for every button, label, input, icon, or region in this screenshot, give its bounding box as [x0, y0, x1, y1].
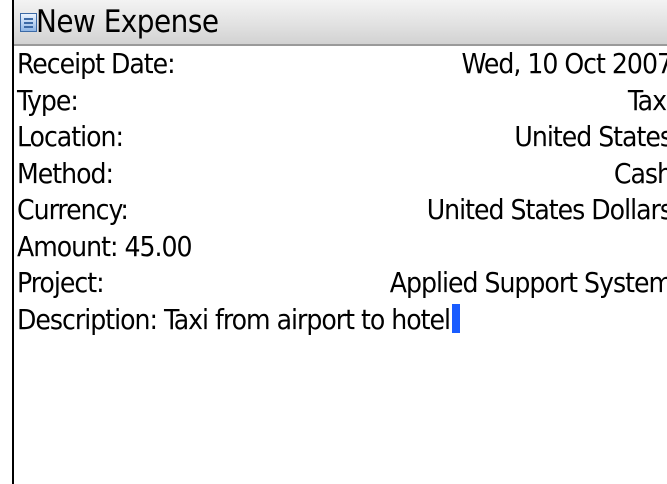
receipt-date-label: Receipt Date: — [17, 47, 176, 80]
amount-line: Amount: 45.00 — [17, 229, 193, 265]
amount-label: Amount: — [17, 229, 118, 263]
currency-value[interactable]: United States Dollars — [427, 192, 667, 228]
receipt-date-value[interactable]: Wed, 10 Oct 2007 — [462, 46, 667, 82]
type-field[interactable]: Type: Taxi — [14, 83, 667, 120]
project-value[interactable]: Applied Support System — [390, 265, 667, 301]
method-label: Method: — [17, 156, 114, 190]
location-field[interactable]: Location: United States — [14, 119, 667, 156]
description-field[interactable]: Description: Taxi from airport to hotel — [14, 302, 667, 339]
description-label: Description: — [17, 302, 158, 336]
description-line: Description: Taxi from airport to hotel — [17, 302, 461, 338]
currency-label: Currency: — [17, 193, 129, 226]
description-input[interactable]: Taxi from airport to hotel — [164, 303, 451, 336]
window-title: New Expense — [36, 4, 219, 40]
location-value[interactable]: United States — [514, 119, 667, 155]
project-label: Project: — [17, 266, 105, 299]
app-document-icon — [20, 13, 37, 32]
text-cursor — [452, 304, 461, 333]
location-label: Location: — [17, 120, 124, 153]
expense-form: Receipt Date: Wed, 10 Oct 2007 Type: Tax… — [14, 46, 667, 338]
device-screen: New Expense Receipt Date: Wed, 10 Oct 20… — [12, 0, 667, 484]
currency-field[interactable]: Currency: United States Dollars — [14, 192, 667, 229]
project-field[interactable]: Project: Applied Support System — [14, 265, 667, 302]
type-label: Type: — [17, 83, 79, 117]
receipt-date-field[interactable]: Receipt Date: Wed, 10 Oct 2007 — [14, 46, 667, 83]
amount-input[interactable]: 45.00 — [124, 230, 192, 263]
type-value[interactable]: Taxi — [628, 83, 667, 119]
title-bar: New Expense — [14, 0, 667, 46]
amount-field[interactable]: Amount: 45.00 — [14, 229, 667, 266]
method-value[interactable]: Cash — [614, 156, 667, 192]
method-field[interactable]: Method: Cash — [14, 156, 667, 193]
